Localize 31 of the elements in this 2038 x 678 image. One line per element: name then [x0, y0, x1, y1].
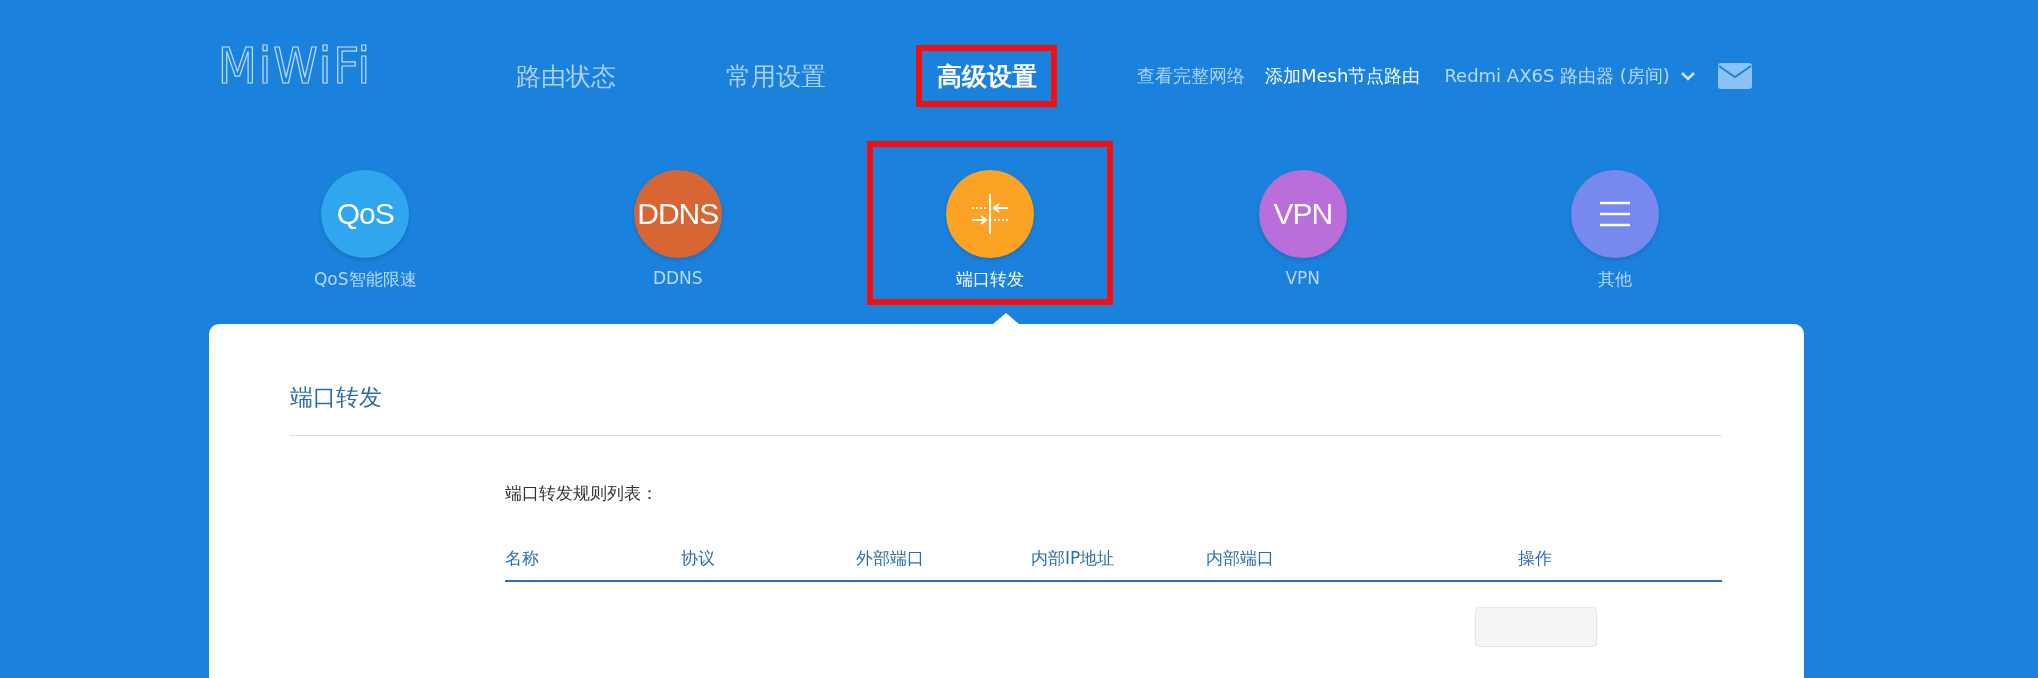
- feature-tab[interactable]: 其他: [1459, 141, 1772, 305]
- menu-icon: [1598, 200, 1633, 228]
- feature-tab[interactable]: DDNS DDNS: [521, 141, 834, 305]
- feature-tab[interactable]: VPN VPN: [1146, 141, 1459, 305]
- feature-label: QoS智能限速: [313, 268, 417, 291]
- feature-tab[interactable]: QoS QoS智能限速: [209, 141, 522, 305]
- icon-label: VPN: [1273, 197, 1333, 231]
- column-header: 内部IP地址: [1031, 547, 1116, 570]
- section-title: 端口转发: [290, 382, 1722, 436]
- chevron-down-icon: [1679, 71, 1696, 81]
- list-title: 端口转发规则列表：: [505, 482, 659, 505]
- column-header: 名称: [505, 547, 540, 570]
- feature-label: VPN: [1285, 268, 1321, 288]
- column-header: 协议: [681, 547, 716, 570]
- action-button[interactable]: [1475, 607, 1597, 647]
- feature-label: DDNS: [652, 268, 703, 288]
- feature-label: 端口转发: [956, 268, 1025, 291]
- feature-label: 其他: [1598, 268, 1633, 291]
- device-selector[interactable]: Redmi AX6S 路由器 (房间): [1444, 64, 1696, 88]
- icon-label: DDNS: [637, 197, 719, 231]
- nav-tab[interactable]: 高级设置: [916, 45, 1057, 107]
- icon-label: QoS: [336, 197, 394, 231]
- nav-tab[interactable]: 常用设置: [706, 45, 846, 107]
- logo: MiWiFi: [218, 37, 373, 95]
- column-header: 操作: [1518, 547, 1553, 570]
- header-link[interactable]: 查看完整网络: [1137, 64, 1245, 88]
- nav-tab[interactable]: 路由状态: [496, 45, 636, 107]
- header-link[interactable]: 添加Mesh节点路由: [1265, 64, 1421, 88]
- mail-icon[interactable]: [1717, 63, 1752, 89]
- column-header: 外部端口: [856, 547, 925, 570]
- column-header: 内部端口: [1206, 547, 1275, 570]
